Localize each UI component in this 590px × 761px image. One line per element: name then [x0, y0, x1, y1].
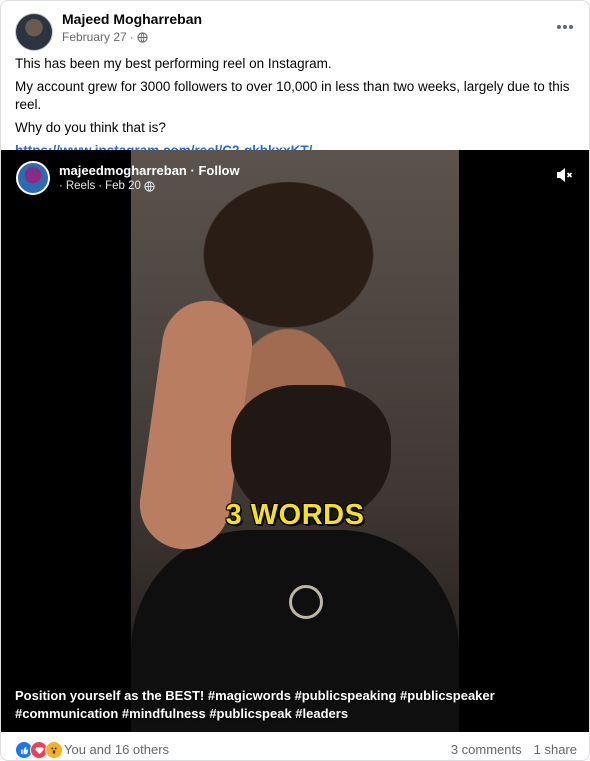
reel-caption: Position yourself as the BEST! #magicwor…	[15, 687, 575, 723]
reel-caption-line: Position yourself as the BEST! #magicwor…	[15, 688, 495, 703]
reel-caption-line: #communication #mindfulness #publicspeak…	[15, 706, 349, 721]
post-stats: 3 comments 1 share	[451, 742, 577, 757]
post-text-line: My account grew for 3000 followers to ov…	[15, 79, 570, 112]
video-frame	[131, 150, 459, 732]
author-name[interactable]: Majeed Mogharreban	[62, 11, 202, 27]
speaker-muted-icon[interactable]	[555, 166, 573, 184]
reactions-summary[interactable]: You and 16 others	[64, 742, 169, 757]
globe-icon	[137, 31, 148, 43]
author-avatar[interactable]	[15, 13, 53, 51]
video-overlay-text: 3 WORDS	[225, 499, 365, 531]
globe-icon	[144, 180, 155, 192]
post-date[interactable]: February 27	[62, 30, 127, 44]
shares-count[interactable]: 1 share	[534, 742, 577, 757]
comments-count[interactable]: 3 comments	[451, 742, 522, 757]
facebook-post: Majeed Mogharreban February 27 · This ha…	[0, 0, 590, 761]
post-footer: You and 16 others 3 comments 1 share	[1, 732, 589, 760]
reel-username[interactable]: majeedmogharreban	[59, 163, 187, 178]
post-text-line: This has been my best performing reel on…	[15, 56, 332, 71]
reel-meta: · Reels · Feb 20	[59, 180, 155, 192]
post-text: This has been my best performing reel on…	[15, 55, 580, 165]
video-person-pendant	[289, 585, 323, 619]
post-header: Majeed Mogharreban February 27 ·	[1, 1, 589, 51]
wow-icon	[45, 741, 63, 759]
post-meta: February 27 ·	[62, 30, 148, 44]
reel-date: Feb 20	[105, 180, 141, 192]
follow-button[interactable]: Follow	[198, 163, 239, 178]
reel-author-line: majeedmogharreban · Follow	[59, 163, 240, 178]
reel-author-avatar[interactable]	[16, 161, 50, 195]
post-text-line: Why do you think that is?	[15, 120, 166, 135]
reel-source: Reels	[65, 180, 96, 192]
more-options-button[interactable]	[553, 15, 577, 39]
more-horizontal-icon	[557, 25, 573, 29]
reel-video[interactable]: 3 WORDS majeedmogharreban · Follow · Ree…	[1, 150, 589, 732]
reaction-icons[interactable]	[15, 741, 63, 759]
